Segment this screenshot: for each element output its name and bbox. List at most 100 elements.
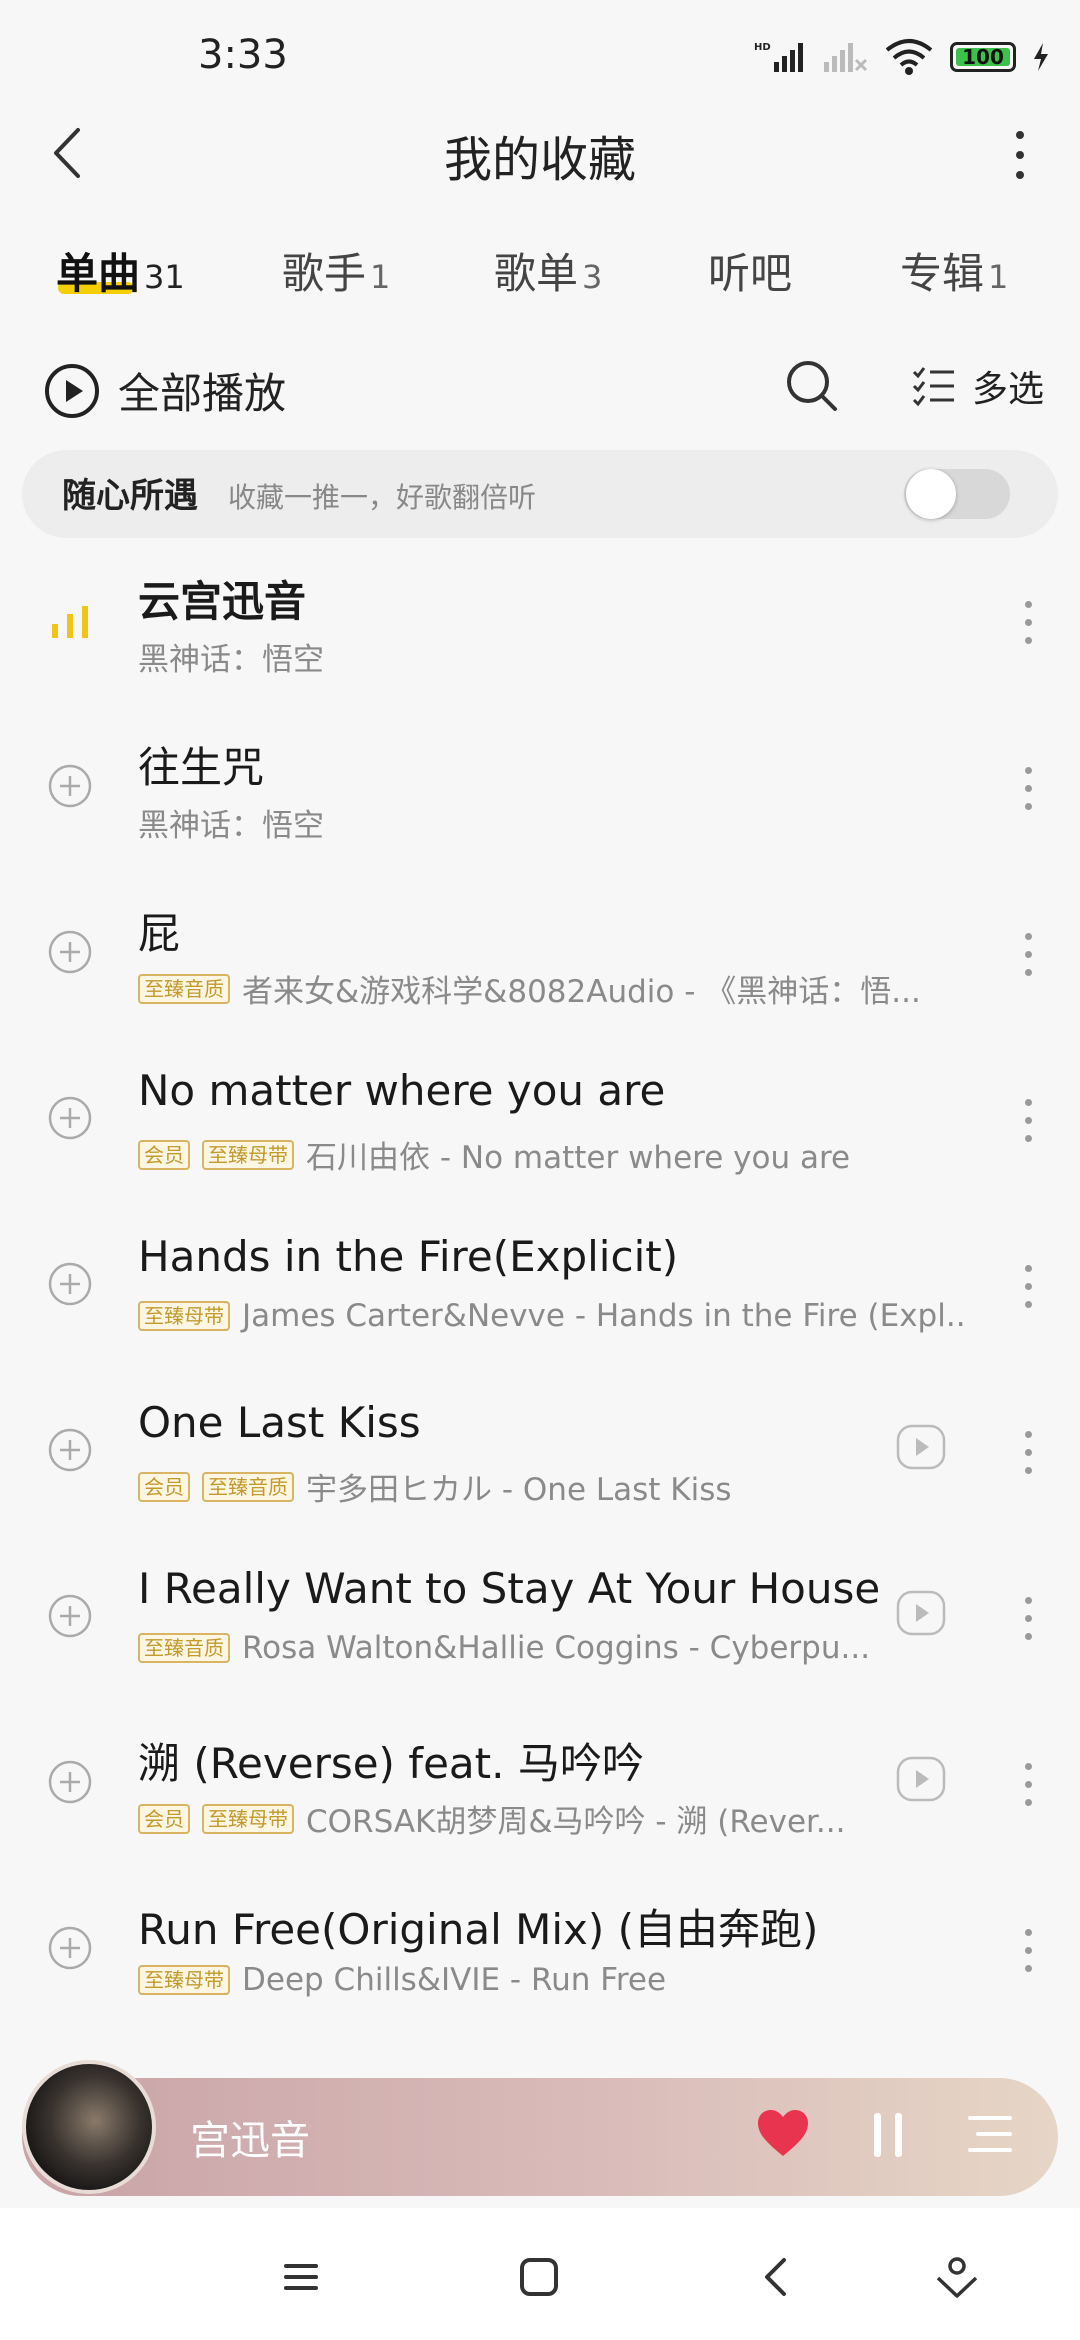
song-title: One Last Kiss [138, 1398, 421, 1447]
song-artist-info: 宇多田ヒカル - One Last Kiss [306, 1472, 732, 1508]
song-more-button[interactable] [998, 1910, 1058, 1990]
quality-badge: 至臻母带 [138, 1965, 230, 1995]
song-row[interactable]: Run Free(Original Mix) (自由奔跑) 至臻母带 Deep Ch… [0, 1882, 1080, 2048]
quality-badge: 至臻音质 [138, 1633, 230, 1663]
song-artist-info: James Carter&Nevve - Hands in the Fire (… [242, 1298, 968, 1334]
song-meta: 会员 至臻母带 CORSAK胡梦周&马吟吟 - 溯 (Rever... [138, 1796, 846, 1841]
song-row[interactable]: No matter where you are 会员 至臻母带 石川由依 - No m… [0, 1052, 1080, 1218]
song-row[interactable]: One Last Kiss 会员 至臻音质 宇多田ヒカル - One Last Kis… [0, 1384, 1080, 1550]
song-row[interactable]: 往生咒黑神话：悟空 [0, 720, 1080, 886]
song-artist-info: 者来女&游戏科学&8082Audio - 《黑神话：悟... [242, 974, 921, 1010]
battery-icon: 100 [950, 42, 1016, 72]
song-title: 屁 [138, 909, 181, 958]
song-meta: 黑神话：悟空 [138, 800, 324, 845]
song-more-button[interactable] [998, 1578, 1058, 1658]
song-meta: 至臻母带 James Carter&Nevve - Hands in the Fi… [138, 1298, 968, 1334]
song-more-button[interactable] [998, 1412, 1058, 1492]
quality-badge: 会员 [138, 1471, 190, 1502]
status-icons: HD 100 [754, 38, 1050, 76]
tab-bar: 单曲 31 歌手 1 歌单 3 听吧 专辑 1 [0, 240, 1080, 310]
svg-text:HD: HD [754, 42, 771, 53]
add-to-playlist-icon[interactable] [46, 1924, 94, 1972]
tab-artists[interactable]: 歌手 1 [282, 240, 390, 301]
song-row[interactable]: 屁至臻音质 者来女&游戏科学&8082Audio - 《黑神话：悟... [0, 886, 1080, 1052]
song-row[interactable]: 云宫迅音 黑神话：悟空 [0, 554, 1080, 720]
song-more-button[interactable] [998, 914, 1058, 994]
song-meta: 黑神话：悟空 [138, 634, 324, 679]
song-row[interactable]: I Really Want to Stay At Your House 至臻音质 R… [0, 1550, 1080, 1716]
back-nav-icon[interactable] [752, 2252, 802, 2302]
tab-songs[interactable]: 单曲 31 [56, 240, 185, 301]
play-circle-icon [45, 363, 99, 418]
quality-badge: 至臻母带 [202, 1803, 294, 1834]
menu-nav-icon[interactable] [276, 2252, 326, 2302]
song-artist-info: 黑神话：悟空 [138, 808, 324, 844]
video-play-icon[interactable] [896, 1590, 946, 1636]
song-title: 往生咒 [138, 743, 265, 792]
song-title: Run Free(Original Mix) (自由奔跑) [138, 1905, 819, 1954]
add-to-playlist-icon[interactable] [46, 1758, 94, 1806]
tab-tingba[interactable]: 听吧 [708, 240, 792, 301]
quality-badge: 至臻音质 [138, 973, 230, 1004]
song-title: 溯 (Reverse) feat. 马吟吟 [138, 1739, 644, 1788]
banner-description: 收藏一推一，好歌翻倍听 [228, 481, 537, 514]
multi-select-button[interactable]: 多选 [912, 360, 1044, 412]
quality-badge: 至臻母带 [202, 1139, 294, 1170]
home-nav-icon[interactable] [514, 2252, 564, 2302]
add-to-playlist-icon[interactable] [46, 928, 94, 976]
song-artist-info: 黑神话：悟空 [138, 642, 324, 678]
song-meta: 至臻母带 Deep Chills&IVIE - Run Free [138, 1962, 666, 1998]
song-title: I Really Want to Stay At Your House [138, 1564, 881, 1613]
song-meta: 会员 至臻音质 宇多田ヒカル - One Last Kiss [138, 1464, 732, 1509]
banner-title: 随心所遇 [62, 476, 198, 516]
play-all-button[interactable]: 全部播放 [44, 360, 286, 421]
song-artist-info: Rosa Walton&Hallie Coggins - Cyberpu... [242, 1630, 871, 1666]
song-more-button[interactable] [998, 748, 1058, 828]
album-cover[interactable] [22, 2060, 156, 2194]
video-play-icon[interactable] [896, 1756, 946, 1802]
add-to-playlist-icon[interactable] [46, 1592, 94, 1640]
system-nav-bar [0, 2208, 1080, 2340]
song-meta: 至臻音质 者来女&游戏科学&8082Audio - 《黑神话：悟... [138, 966, 921, 1011]
song-artist-info: Deep Chills&IVIE - Run Free [242, 1962, 667, 1998]
song-meta: 会员 至臻母带 石川由依 - No matter where you are [138, 1132, 850, 1177]
add-to-playlist-icon[interactable] [46, 762, 94, 810]
recommend-toggle[interactable] [904, 469, 1010, 519]
page-title: 我的收藏 [443, 132, 636, 188]
quality-badge: 至臻母带 [138, 1301, 230, 1331]
player-song-title: 宫迅音 [190, 2118, 310, 2164]
song-artist-info: 石川由依 - No matter where you are [306, 1140, 851, 1176]
charging-icon [1034, 43, 1048, 71]
quality-badge: 至臻音质 [202, 1471, 294, 1502]
song-more-button[interactable] [998, 1744, 1058, 1824]
song-row[interactable]: Hands in the Fire(Explicit) 至臻母带 James Car… [0, 1218, 1080, 1384]
song-more-button[interactable] [998, 1080, 1058, 1160]
more-menu-button[interactable] [990, 120, 1050, 190]
checklist-icon [912, 367, 954, 407]
search-button[interactable] [784, 358, 840, 414]
tab-playlists[interactable]: 歌单 3 [494, 240, 602, 301]
add-to-playlist-icon[interactable] [46, 1426, 94, 1474]
quality-badge: 会员 [138, 1803, 190, 1834]
song-more-button[interactable] [998, 1246, 1058, 1326]
tab-albums[interactable]: 专辑 1 [900, 240, 1008, 301]
status-time: 3:33 [198, 32, 288, 78]
playlist-icon[interactable] [966, 2112, 1014, 2156]
assistant-nav-icon[interactable] [932, 2252, 982, 2302]
song-meta: 至臻音质 Rosa Walton&Hallie Coggins - Cyberpu… [138, 1630, 870, 1666]
signal-weak-icon [824, 43, 868, 72]
now-playing-icon [52, 606, 88, 638]
add-to-playlist-icon[interactable] [46, 1260, 94, 1308]
pause-button[interactable] [870, 2110, 906, 2160]
song-row[interactable]: 溯 (Reverse) feat. 马吟吟会员 至臻母带 CORSAK胡梦周&马吟吟… [0, 1716, 1080, 1882]
add-to-playlist-icon[interactable] [46, 1094, 94, 1142]
wifi-icon [885, 39, 933, 75]
song-more-button[interactable] [998, 582, 1058, 662]
song-artist-info: CORSAK胡梦周&马吟吟 - 溯 (Rever... [306, 1804, 846, 1840]
recommend-banner: 随心所遇 收藏一推一，好歌翻倍听 [22, 450, 1058, 538]
heart-icon[interactable] [756, 2108, 810, 2158]
quality-badge: 会员 [138, 1139, 190, 1170]
video-play-icon[interactable] [896, 1424, 946, 1470]
signal-icon: HD [754, 42, 803, 72]
song-title: Hands in the Fire(Explicit) [138, 1232, 679, 1281]
